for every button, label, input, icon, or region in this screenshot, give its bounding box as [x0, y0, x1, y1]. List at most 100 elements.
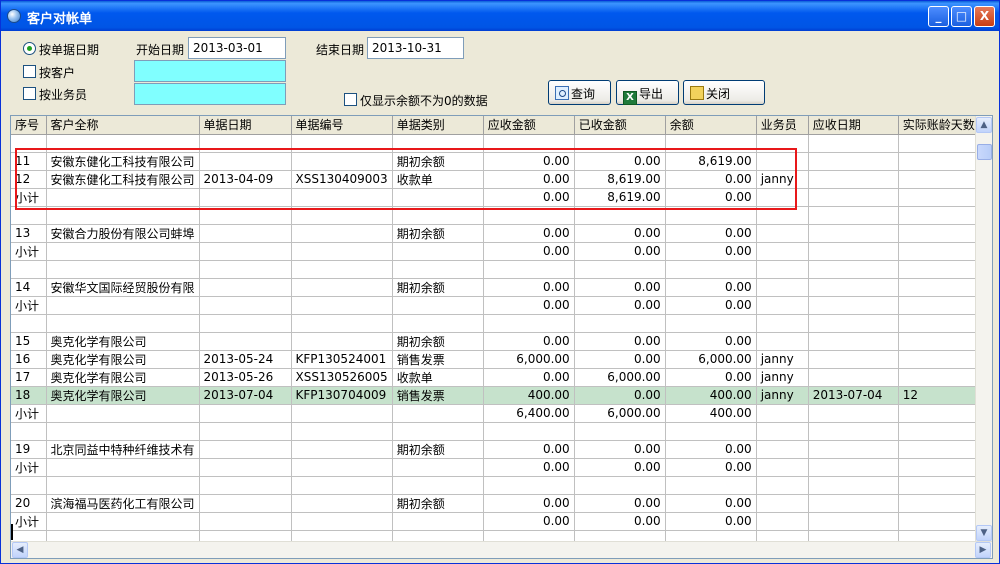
table-cell: 收款单 [392, 170, 484, 189]
column-header[interactable]: 实际账龄天数 [898, 116, 986, 135]
table-cell: 14 [11, 278, 47, 297]
nonzero-only-label[interactable]: 仅显示余额不为0的数据 [360, 92, 488, 109]
table-cell [756, 206, 809, 225]
nonzero-only-checkbox[interactable] [344, 93, 357, 106]
table-row[interactable]: 14 安徽华文国际经贸股份有限 期初余额 0.00 0.00 0.00 [11, 278, 986, 297]
column-header[interactable]: 单据编号 [291, 116, 393, 135]
table-cell [392, 458, 484, 477]
table-cell: 小计 [11, 404, 47, 423]
table-cell [46, 134, 200, 153]
scroll-thumb[interactable] [977, 144, 992, 160]
table-cell: janny [756, 170, 809, 189]
table-cell [392, 314, 484, 333]
column-header[interactable]: 已收金额 [574, 116, 666, 135]
table-cell: 400.00 [483, 386, 575, 405]
table-cell: 6,000.00 [574, 368, 666, 387]
table-cell: janny [756, 386, 809, 405]
salesman-field[interactable] [134, 83, 286, 105]
table-cell [46, 188, 200, 207]
statement-grid[interactable]: 序号 客户全称 单据日期 单据编号 单据类别 应收金额 已收金额 余额 业务员 应收日期 实际账龄天… [10, 115, 993, 559]
table-row[interactable]: 15 奥克化学有限公司 期初余额 0.00 0.00 0.00 [11, 332, 986, 351]
table-cell [756, 278, 809, 297]
table-row[interactable]: 13 安徽合力股份有限公司蚌埠 期初余额 0.00 0.00 0.00 [11, 224, 986, 243]
table-cell [46, 260, 200, 279]
table-row[interactable] [11, 206, 986, 225]
table-row[interactable] [11, 260, 986, 279]
table-cell [46, 512, 200, 531]
table-cell [574, 134, 666, 153]
subtotal-row[interactable]: 小计 6,400.00 6,000.00 400.00 [11, 404, 986, 423]
vertical-scrollbar[interactable]: ▲ ▼ [975, 116, 992, 542]
table-cell [898, 350, 986, 369]
column-header[interactable]: 应收日期 [808, 116, 899, 135]
column-header[interactable]: 单据类别 [392, 116, 484, 135]
table-cell [199, 512, 292, 531]
start-date-field[interactable]: 2013-03-01 [188, 37, 286, 59]
subtotal-row[interactable]: 小计 0.00 0.00 0.00 [11, 242, 986, 261]
table-cell [291, 152, 393, 171]
end-date-field[interactable]: 2013-10-31 [367, 37, 464, 59]
table-row[interactable]: 12 安徽东健化工科技有限公司 2013-04-09 XSS130409003 收款单 0… [11, 170, 986, 189]
table-cell: 20 [11, 494, 47, 513]
maximize-button[interactable]: □ [951, 6, 972, 27]
scroll-down-icon[interactable]: ▼ [976, 525, 992, 541]
table-cell [808, 278, 899, 297]
customer-field[interactable] [134, 60, 286, 82]
by-customer-label[interactable]: 按客户 [39, 64, 75, 81]
table-cell [291, 314, 393, 333]
start-date-label: 开始日期 [136, 43, 185, 57]
table-row[interactable] [11, 314, 986, 333]
scroll-up-icon[interactable]: ▲ [976, 117, 992, 133]
table-cell: 0.00 [574, 296, 666, 315]
subtotal-row[interactable]: 小计 0.00 0.00 0.00 [11, 512, 986, 531]
table-cell [898, 404, 986, 423]
column-header[interactable]: 业务员 [756, 116, 809, 135]
table-row[interactable]: 17 奥克化学有限公司 2013-05-26 XSS130526005 收款单 0.00 6… [11, 368, 986, 387]
table-row[interactable]: 19 北京同益中特种纤维技术有 期初余额 0.00 0.00 0.00 [11, 440, 986, 459]
table-cell [46, 476, 200, 495]
by-customer-checkbox[interactable] [23, 65, 36, 78]
close-button[interactable]: 关闭 [683, 80, 765, 105]
table-cell: 小计 [11, 188, 47, 207]
column-header[interactable]: 单据日期 [199, 116, 292, 135]
title-bar[interactable]: 客户对帐单 _ □ X [1, 1, 999, 31]
table-cell: 安徽合力股份有限公司蚌埠 [46, 224, 200, 243]
scroll-left-icon[interactable]: ◀ [12, 542, 28, 558]
table-row[interactable]: 20 滨海福马医药化工有限公司 期初余额 0.00 0.00 0.00 [11, 494, 986, 513]
by-doc-date-radio[interactable] [23, 42, 36, 55]
table-row[interactable] [11, 476, 986, 495]
export-button[interactable]: X 导出 [616, 80, 679, 105]
column-header[interactable]: 应收金额 [483, 116, 575, 135]
statement-table: 序号 客户全称 单据日期 单据编号 单据类别 应收金额 已收金额 余额 业务员 应收日期 实际账龄天… [11, 116, 986, 549]
subtotal-row[interactable]: 小计 0.00 0.00 0.00 [11, 296, 986, 315]
table-cell: 8,619.00 [665, 152, 757, 171]
table-cell: 0.00 [574, 152, 666, 171]
scroll-right-icon[interactable]: ▶ [975, 542, 991, 558]
column-header[interactable]: 客户全称 [46, 116, 200, 135]
table-row[interactable]: 18 奥克化学有限公司 2013-07-04 KFP130704009 销售发票 400.… [11, 386, 986, 405]
table-row[interactable]: 11 安徽东健化工科技有限公司 期初余额 0.00 0.00 8,619.00 [11, 152, 986, 171]
query-button[interactable]: 查询 [548, 80, 611, 105]
subtotal-row[interactable]: 小计 0.00 8,619.00 0.00 [11, 188, 986, 207]
table-cell: 0.00 [483, 152, 575, 171]
close-window-button[interactable]: X [974, 6, 995, 27]
table-cell: 19 [11, 440, 47, 459]
horizontal-scrollbar[interactable]: ◀ ▶ [11, 541, 992, 558]
column-header[interactable]: 序号 [11, 116, 47, 135]
by-doc-date-label[interactable]: 按单据日期 [39, 41, 99, 58]
table-cell: 0.00 [574, 224, 666, 243]
table-row[interactable]: 16 奥克化学有限公司 2013-05-24 KFP130524001 销售发票 6,00… [11, 350, 986, 369]
subtotal-row[interactable]: 小计 0.00 0.00 0.00 [11, 458, 986, 477]
table-row[interactable] [11, 422, 986, 441]
column-header[interactable]: 余额 [665, 116, 757, 135]
table-cell: 期初余额 [392, 494, 484, 513]
table-cell: 8,619.00 [574, 188, 666, 207]
table-cell [808, 260, 899, 279]
table-cell [199, 404, 292, 423]
by-salesman-label[interactable]: 按业务员 [39, 86, 87, 103]
table-cell [898, 458, 986, 477]
minimize-button[interactable]: _ [928, 6, 949, 27]
by-salesman-checkbox[interactable] [23, 87, 36, 100]
table-row[interactable] [11, 134, 986, 153]
table-cell [199, 314, 292, 333]
